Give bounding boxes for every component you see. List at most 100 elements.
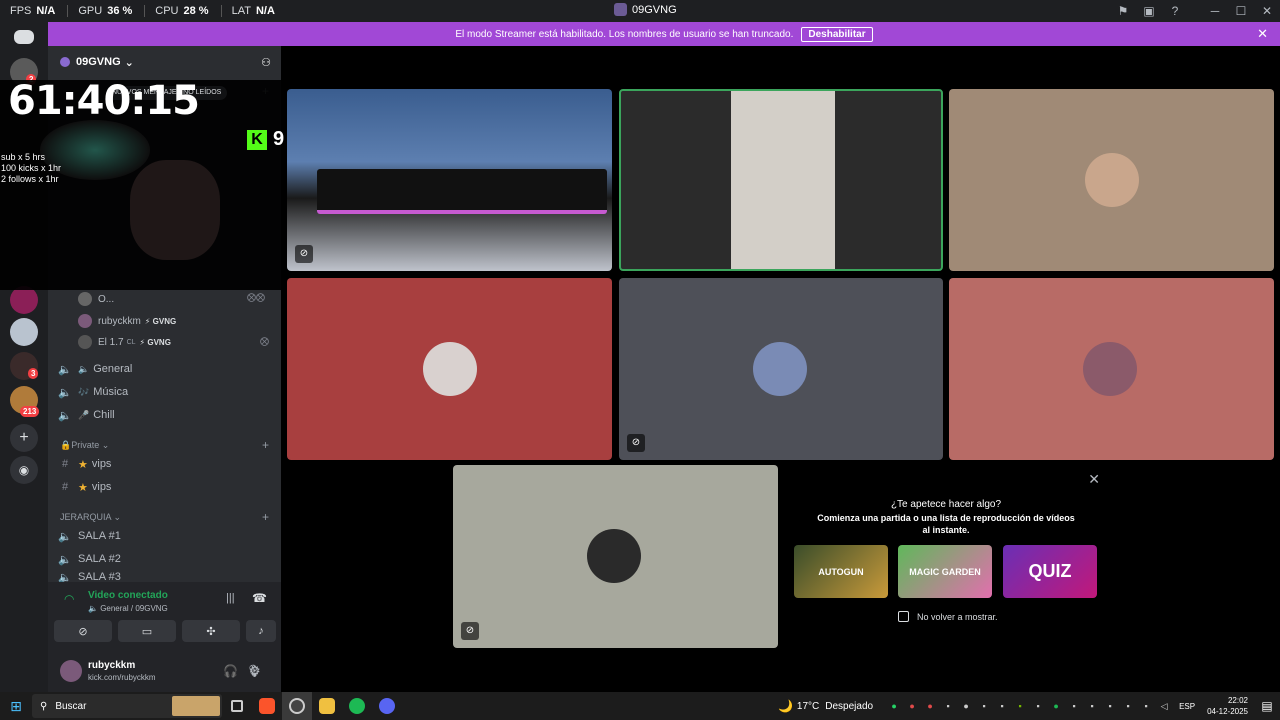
voice-channel-sala-3[interactable]: 🔈 SALA #3 (58, 572, 121, 582)
video-tile-avatar[interactable] (949, 89, 1274, 271)
voice-member[interactable]: rubyckkm ⚡ GVNG (78, 312, 176, 330)
app-icon[interactable]: ▪ (1084, 701, 1100, 711)
notification-icon[interactable]: ▤ (1254, 699, 1280, 713)
category-jerarquia[interactable]: JERARQUIA ⌄ (60, 512, 121, 523)
windows-start-icon[interactable]: ⊞ (0, 692, 32, 720)
mention-badge: 3 (28, 368, 39, 379)
activity-card-quiz[interactable]: QUIZ (1003, 545, 1097, 598)
app-icon[interactable]: ▪ (1066, 701, 1082, 711)
discord-home-icon[interactable] (14, 30, 34, 44)
speaker-icon: 🔈 (58, 530, 72, 543)
channel-label: Chill (93, 409, 115, 421)
close-icon[interactable]: ✕ (1088, 471, 1100, 488)
voice-channel-general[interactable]: 🔈 🔈 General (58, 360, 132, 378)
video-tile-speaking[interactable] (619, 89, 943, 271)
disconnect-icon[interactable]: ☎ (252, 591, 267, 605)
inbox-icon[interactable]: ⚑ (1110, 0, 1136, 22)
kick-counter: K9 (247, 128, 284, 151)
brave-browser-icon[interactable] (252, 692, 282, 720)
channel-label: SALA #3 (78, 572, 121, 582)
activities-button[interactable]: ✣ (182, 620, 240, 642)
speaker-icon: 🔈 (58, 572, 72, 582)
discord-icon[interactable] (372, 692, 402, 720)
mic-icon[interactable]: ● (904, 701, 920, 711)
close-button[interactable]: ✕ (1254, 0, 1280, 22)
video-tile-avatar[interactable]: ⊘ (453, 465, 778, 648)
help-icon[interactable]: ? (1162, 0, 1188, 22)
add-server-icon[interactable]: + (10, 424, 38, 452)
settings-gear-icon[interactable]: ⚙ (249, 663, 261, 679)
taskbar-search[interactable]: ⚲ Buscar (32, 694, 222, 718)
microphone-tray-icon[interactable]: ▪ (1120, 701, 1136, 711)
category-private[interactable]: 🔒Private ⌄ (60, 440, 109, 451)
whatsapp-icon[interactable]: ● (886, 701, 902, 711)
channel-label: vips (91, 481, 112, 493)
language-indicator[interactable]: ESP (1179, 702, 1195, 711)
voice-channel-sala-2[interactable]: 🔈 SALA #2 (58, 550, 121, 568)
file-explorer-icon[interactable] (312, 692, 342, 720)
app-icon[interactable]: ▪ (976, 701, 992, 711)
voice-member[interactable]: El 1.7 CL ⚡ GVNG (78, 333, 171, 351)
spotify-tray-icon[interactable]: ● (1048, 701, 1064, 711)
server-name: 09GVNG (76, 56, 121, 68)
steam-icon[interactable]: ● (958, 701, 974, 711)
add-channel-icon[interactable]: + (262, 510, 269, 524)
app-icon[interactable]: ▪ (1030, 701, 1046, 711)
maximize-button[interactable]: ☐ (1228, 0, 1254, 22)
clock-date: 04-12-2025 (1207, 707, 1248, 716)
obs-icon[interactable] (282, 692, 312, 720)
screen-icon[interactable]: ▣ (1136, 0, 1162, 22)
server-header[interactable]: 09GVNG ⌄ ⚇ (48, 46, 281, 78)
disable-streamer-button[interactable]: Deshabilitar (801, 26, 873, 42)
speaker-icon: 🔈 (58, 363, 72, 376)
streamer-mode-banner: El modo Streamer está habilitado. Los no… (48, 22, 1280, 46)
voice-location-text: General / 09GVNG (100, 604, 168, 613)
activity-card-magic-garden[interactable]: MAGIC GARDEN (898, 545, 992, 598)
nvidia-icon[interactable]: ▪ (1012, 701, 1028, 711)
voice-channel-sala-1[interactable]: 🔈 SALA #1 (58, 527, 121, 545)
server-icon[interactable]: 3 (10, 352, 39, 380)
voice-member[interactable]: O... (78, 290, 114, 308)
server-icon[interactable] (10, 286, 38, 314)
app-icon[interactable]: ▪ (1138, 701, 1154, 711)
voice-channel-chill[interactable]: 🔈 🎤 Chill (58, 406, 115, 424)
channel-emoji-icon: 🔈 (78, 363, 90, 374)
camera-off-button[interactable]: ⊘ (54, 620, 112, 642)
volume-icon[interactable]: ◁ (1156, 701, 1172, 711)
app-icon[interactable]: ▪ (940, 701, 956, 711)
avatar (1085, 153, 1139, 207)
headphones-icon[interactable]: 🎧 (223, 664, 238, 678)
app-icon[interactable]: ▪ (994, 701, 1010, 711)
voice-channel-musica[interactable]: 🔈 🎶 Música (58, 383, 128, 401)
server-icon[interactable]: 213 (10, 386, 40, 417)
noise-suppression-icon[interactable]: ||| (226, 592, 235, 604)
invite-icon[interactable]: ⚇ (261, 56, 271, 69)
video-tile-avatar[interactable] (949, 278, 1274, 460)
clock[interactable]: 22:02 04-12-2025 (1207, 695, 1248, 717)
server-icon[interactable] (10, 318, 38, 346)
video-tile-avatar[interactable] (287, 278, 612, 460)
discover-icon[interactable]: ◉ (10, 456, 38, 484)
soundboard-icon: ♪ (258, 625, 264, 637)
fps-stat: FPS N/A (10, 5, 69, 17)
activity-card-autogun[interactable]: AUTOGUN (794, 545, 888, 598)
app-icon[interactable]: ▪ (1102, 701, 1118, 711)
search-label: Buscar (55, 700, 87, 712)
minimize-button[interactable]: ─ (1202, 0, 1228, 22)
add-channel-icon[interactable]: + (262, 438, 269, 452)
video-tile-avatar[interactable]: ⊘ (619, 278, 943, 460)
star-icon: ★ (78, 481, 88, 494)
spotify-icon[interactable] (342, 692, 372, 720)
share-screen-button[interactable]: ▭ (118, 620, 176, 642)
dont-show-again-checkbox[interactable]: No volver a mostrar. (898, 611, 998, 622)
record-icon[interactable]: ● (922, 701, 938, 711)
game-title: AUTOGUN (818, 566, 864, 577)
text-channel-vips[interactable]: # ★ vips (58, 455, 112, 473)
banner-close-icon[interactable]: ✕ (1257, 26, 1268, 42)
hash-icon: # (61, 481, 69, 493)
video-tile-screen[interactable]: ⊘ (287, 89, 612, 271)
task-view-icon[interactable] (222, 692, 252, 720)
soundboard-button[interactable]: ♪ (246, 620, 276, 642)
text-channel-vips[interactable]: # ★ vips (58, 478, 112, 496)
avatar[interactable] (60, 660, 82, 682)
